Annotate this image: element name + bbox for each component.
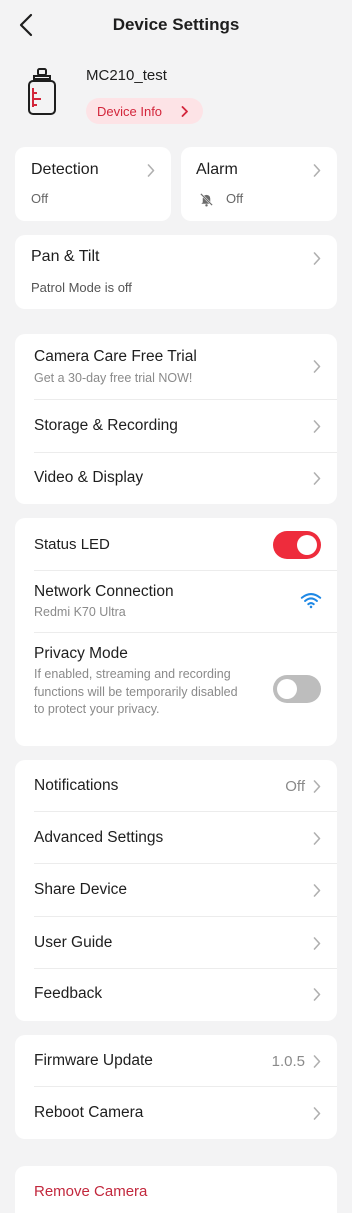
video-display-row[interactable]: Video & Display [15, 452, 337, 504]
toggle-knob [297, 535, 317, 555]
chevron-right-icon [313, 164, 321, 177]
network-connection-row[interactable]: Network Connection Redmi K70 Ultra [15, 570, 337, 632]
share-device-row[interactable]: Share Device [15, 864, 337, 917]
chevron-right-icon [313, 1055, 321, 1068]
detection-card[interactable]: Detection Off [15, 147, 171, 221]
toggle-knob [277, 679, 297, 699]
notifications-value: Off [285, 778, 305, 795]
status-led-toggle[interactable] [273, 531, 321, 559]
firmware-update-row[interactable]: Firmware Update 1.0.5 [15, 1035, 337, 1087]
storage-recording-row[interactable]: Storage & Recording [15, 400, 337, 452]
device-status-group: Status LED Network Connection Redmi K70 … [15, 518, 337, 746]
camera-care-subtitle: Get a 30-day free trial NOW! [34, 371, 193, 385]
remove-camera-button[interactable]: Remove Camera [15, 1166, 337, 1213]
maintenance-group: Firmware Update 1.0.5 Reboot Camera [15, 1035, 337, 1139]
chevron-right-icon [181, 106, 188, 117]
chevron-right-icon [313, 1107, 321, 1120]
chevron-right-icon [313, 472, 321, 485]
chevron-right-icon [147, 164, 155, 177]
chevron-right-icon [313, 937, 321, 950]
camera-care-row[interactable]: Camera Care Free Trial Get a 30-day free… [15, 334, 337, 400]
chevron-right-icon [313, 360, 321, 373]
alarm-card[interactable]: Alarm Off [181, 147, 337, 221]
user-guide-label: User Guide [34, 934, 113, 951]
chevron-right-icon [313, 420, 321, 433]
page-title: Device Settings [112, 15, 240, 34]
privacy-mode-label: Privacy Mode [34, 645, 128, 662]
advanced-settings-row[interactable]: Advanced Settings [15, 812, 337, 864]
reboot-camera-row[interactable]: Reboot Camera [15, 1087, 337, 1139]
network-connection-label: Network Connection [34, 583, 174, 600]
network-ssid: Redmi K70 Ultra [34, 605, 126, 619]
pan-tilt-status: Patrol Mode is off [31, 280, 132, 295]
detection-status: Off [31, 191, 49, 206]
chevron-right-icon [313, 780, 321, 793]
privacy-mode-row: Privacy Mode If enabled, streaming and r… [15, 632, 337, 746]
status-led-row: Status LED [15, 518, 337, 570]
chevron-right-icon [313, 884, 321, 897]
camera-care-title: Camera Care Free Trial [34, 348, 197, 365]
privacy-mode-description: If enabled, streaming and recording func… [34, 667, 238, 716]
storage-recording-label: Storage & Recording [34, 417, 178, 434]
general-settings-group: Notifications Off Advanced Settings Shar… [15, 760, 337, 1021]
feedback-label: Feedback [34, 985, 103, 1002]
notifications-row[interactable]: Notifications Off [15, 760, 337, 812]
status-led-label: Status LED [34, 536, 110, 553]
device-name: MC210_test [86, 67, 167, 84]
video-display-label: Video & Display [34, 469, 144, 486]
firmware-version: 1.0.5 [271, 1053, 305, 1070]
remove-camera-label: Remove Camera [34, 1183, 148, 1200]
bell-off-icon [200, 193, 213, 207]
device-info-label: Device Info [97, 103, 163, 119]
alarm-title: Alarm [196, 161, 238, 178]
camera-device-icon [28, 68, 56, 115]
chevron-right-icon [313, 988, 321, 1001]
privacy-mode-toggle[interactable] [273, 675, 321, 703]
feedback-row[interactable]: Feedback [15, 969, 337, 1021]
alarm-status: Off [226, 191, 244, 206]
reboot-camera-label: Reboot Camera [34, 1104, 144, 1121]
device-info-button[interactable]: Device Info [86, 98, 203, 124]
device-summary: MC210_test Device Info [0, 60, 352, 130]
pan-tilt-card[interactable]: Pan & Tilt Patrol Mode is off [15, 235, 337, 309]
chevron-right-icon [313, 832, 321, 845]
camera-features-group: Camera Care Free Trial Get a 30-day free… [15, 334, 337, 504]
pan-tilt-title: Pan & Tilt [31, 248, 100, 265]
detection-title: Detection [31, 161, 99, 178]
share-device-label: Share Device [34, 881, 128, 898]
user-guide-row[interactable]: User Guide [15, 917, 337, 969]
header: Device Settings [0, 0, 352, 50]
chevron-right-icon [313, 252, 321, 265]
firmware-update-label: Firmware Update [34, 1052, 153, 1069]
advanced-settings-label: Advanced Settings [34, 829, 164, 846]
wifi-icon [300, 593, 322, 609]
notifications-label: Notifications [34, 777, 119, 794]
